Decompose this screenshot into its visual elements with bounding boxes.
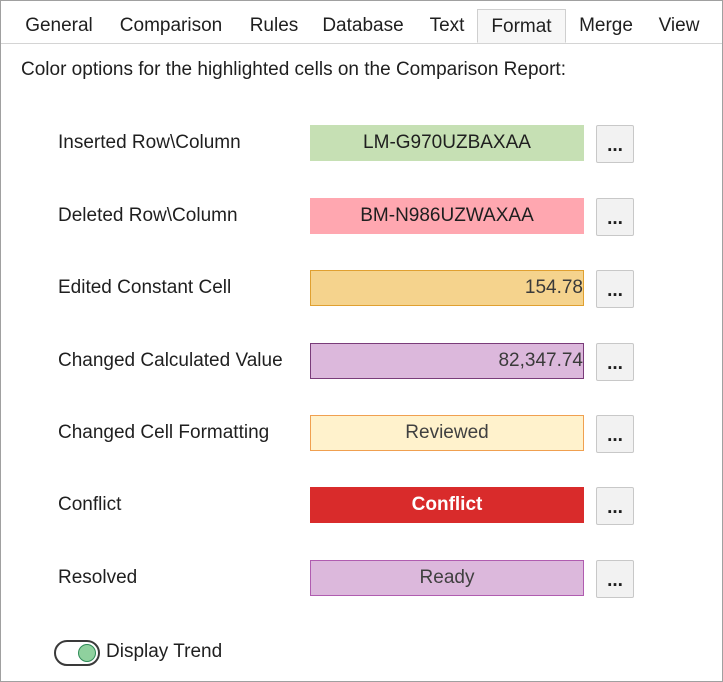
tab-merge[interactable]: Merge [570,9,642,43]
color-picker-button-changed-formatting[interactable]: ... [596,415,634,453]
toggle-knob [78,644,96,662]
options-dialog: General Comparison Rules Database Text F… [0,0,723,682]
tab-general[interactable]: General [15,9,103,43]
tab-rules[interactable]: Rules [243,9,305,43]
tab-comparison[interactable]: Comparison [111,9,231,43]
color-sample-changed-formatting: Reviewed [310,415,584,451]
row-label-changed-calculated: Changed Calculated Value [58,350,283,371]
row-label-changed-formatting: Changed Cell Formatting [58,422,270,443]
color-picker-button-inserted[interactable]: ... [596,125,634,163]
color-picker-button-edited-constant[interactable]: ... [596,270,634,308]
tab-database[interactable]: Database [315,9,411,43]
row-label-resolved: Resolved [58,567,138,588]
row-label-conflict: Conflict [58,494,122,515]
color-sample-deleted: BM-N986UZWAXAA [310,198,584,234]
row-label-inserted: Inserted Row\Column [58,132,241,153]
color-picker-button-deleted[interactable]: ... [596,198,634,236]
tab-view[interactable]: View [651,9,707,43]
color-picker-button-resolved[interactable]: ... [596,560,634,598]
color-sample-resolved: Ready [310,560,584,596]
row-label-deleted: Deleted Row\Column [58,205,238,226]
tab-format[interactable]: Format [477,9,566,43]
color-picker-button-conflict[interactable]: ... [596,487,634,525]
display-trend-toggle[interactable] [54,640,100,666]
row-label-edited-constant: Edited Constant Cell [58,277,232,298]
tab-text[interactable]: Text [421,9,473,43]
color-sample-edited-constant: 154.78 [310,270,584,306]
color-picker-button-changed-calculated[interactable]: ... [596,343,634,381]
display-trend-label: Display Trend [106,641,223,662]
color-sample-inserted: LM-G970UZBAXAA [310,125,584,161]
tab-bar: General Comparison Rules Database Text F… [1,1,722,44]
color-sample-changed-calculated: 82,347.74 [310,343,584,379]
color-sample-conflict: Conflict [310,487,584,523]
intro-text: Color options for the highlighted cells … [21,59,566,80]
